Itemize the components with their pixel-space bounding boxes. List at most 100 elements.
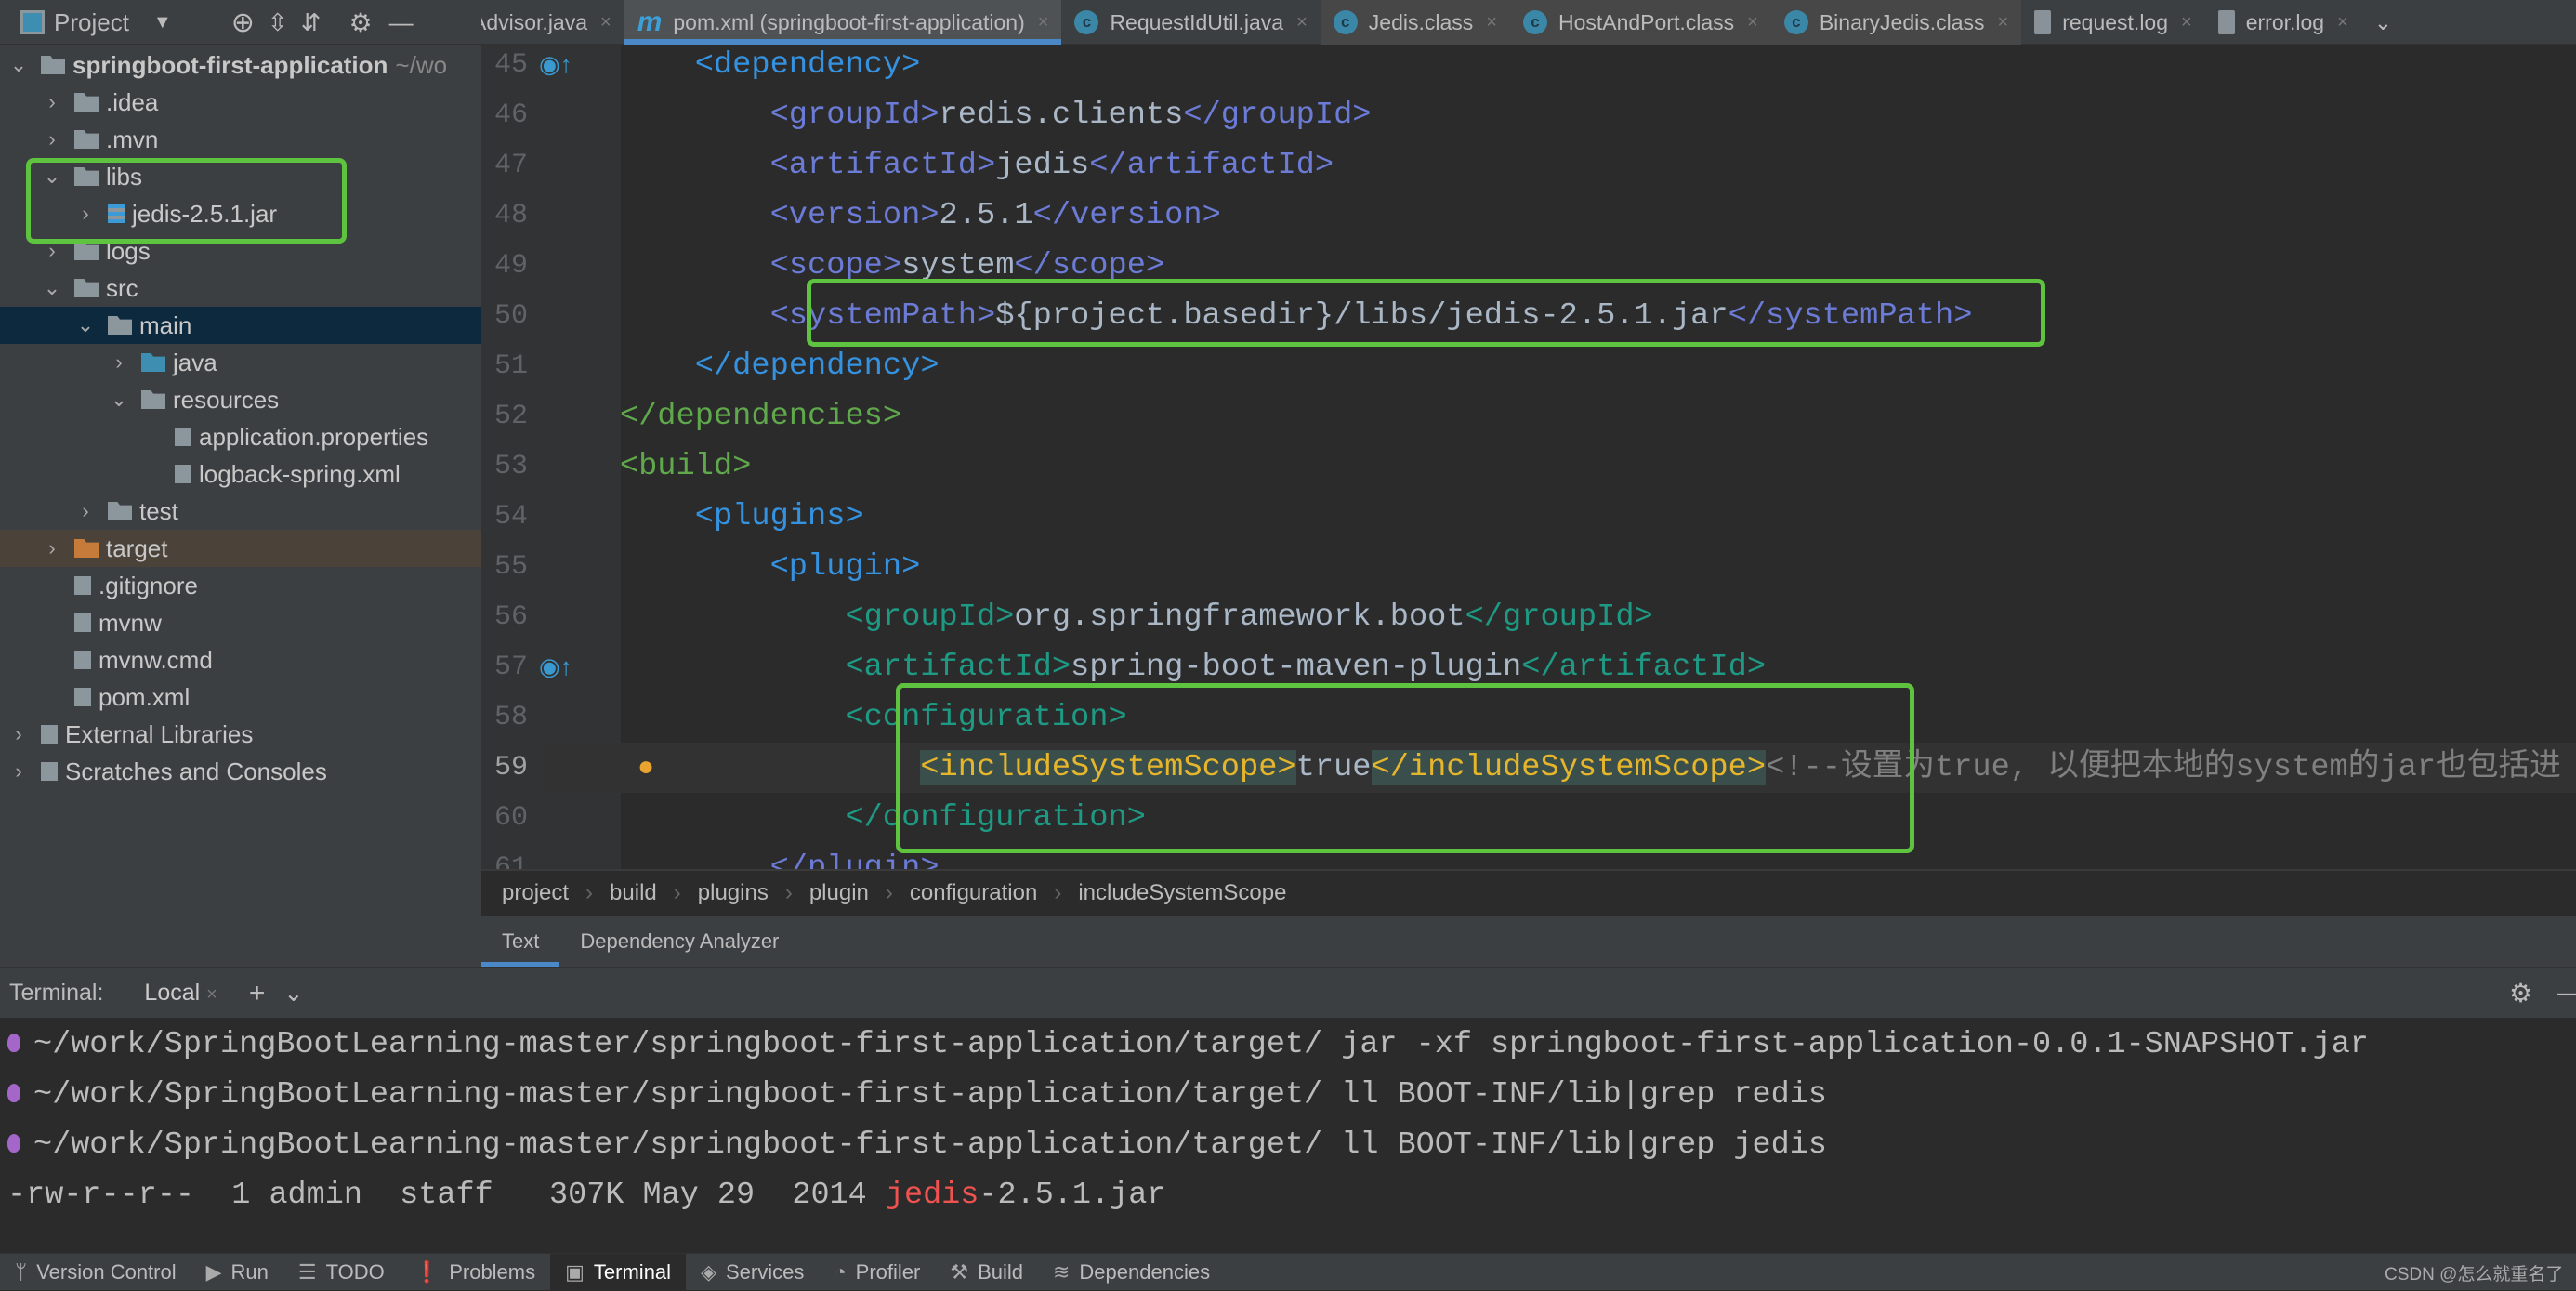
close-icon[interactable]: × — [1296, 12, 1308, 33]
tree-item[interactable]: mvnw — [0, 604, 481, 641]
chevron-right-icon[interactable]: › — [43, 127, 61, 151]
expand-all-icon[interactable]: ⇳ — [268, 8, 288, 37]
tree-item[interactable]: ⌄ springboot-first-application ~/wo — [0, 46, 481, 84]
chevron-right-icon[interactable]: › — [43, 90, 61, 114]
close-icon[interactable]: × — [1486, 12, 1497, 33]
chevron-right-icon[interactable]: › — [43, 536, 61, 560]
close-icon[interactable]: × — [1038, 12, 1049, 33]
xml-tag: </groupId> — [1465, 599, 1653, 635]
tab-list-chevron-icon[interactable]: ⌄ — [2361, 0, 2405, 45]
tool-window-services[interactable]: ◈ Services — [686, 1254, 819, 1291]
hide-icon[interactable]: — — [2557, 980, 2576, 1007]
tool-window-profiler[interactable]: ◔ Profiler — [819, 1254, 935, 1291]
tree-item[interactable]: › .idea — [0, 84, 481, 121]
tab-text[interactable]: Text — [481, 916, 560, 967]
chevron-down-icon[interactable]: ⌄ — [9, 53, 28, 77]
xml-tag: <groupId> — [769, 98, 940, 133]
tree-item[interactable]: logback-spring.xml — [0, 455, 481, 493]
tree-item[interactable]: ⌄ resources — [0, 381, 481, 418]
line-number: 48 — [493, 200, 528, 231]
xml-tag: </groupId> — [1183, 98, 1372, 133]
code-line[interactable]: <groupId>org.springframework.boot</group… — [545, 592, 2576, 642]
code-line[interactable]: </dependencies> — [545, 391, 2576, 441]
dropdown-icon[interactable]: ▼ — [153, 12, 172, 33]
tab-pom-xml[interactable]: m pom.xml (springboot-first-application) × — [624, 0, 1062, 45]
tree-item[interactable]: › test — [0, 493, 481, 530]
code-line[interactable]: <groupId>redis.clients</groupId> — [545, 90, 2576, 140]
code-line[interactable]: <dependency> — [545, 45, 2576, 90]
close-icon[interactable]: × — [1998, 12, 2009, 33]
tree-item[interactable]: .gitignore — [0, 567, 481, 604]
tree-item[interactable]: › .mvn — [0, 121, 481, 158]
tree-item[interactable]: ⌄ src — [0, 270, 481, 307]
terminal-session-tab[interactable]: Local × — [137, 980, 224, 1007]
chevron-right-icon[interactable]: › — [9, 759, 28, 784]
tab-hostandport-class[interactable]: c HostAndPort.class × — [1509, 0, 1771, 45]
tab-error-log[interactable]: error.log × — [2205, 0, 2361, 45]
gear-icon[interactable]: ⚙ — [2509, 978, 2532, 1008]
tab-request-log[interactable]: request.log × — [2021, 0, 2205, 45]
close-icon[interactable]: × — [2181, 12, 2192, 33]
code-line[interactable]: <build> — [545, 441, 2576, 492]
code-line[interactable]: <artifactId>jedis</artifactId> — [545, 140, 2576, 191]
hide-icon[interactable]: — — [389, 8, 414, 37]
chevron-right-icon[interactable]: › — [110, 350, 128, 375]
add-session-icon[interactable]: + — [249, 978, 266, 1009]
intention-bulb-icon[interactable]: ● — [637, 751, 654, 783]
override-marker-icon[interactable]: ◉↑ — [539, 652, 572, 681]
tab-dependency-analyzer[interactable]: Dependency Analyzer — [559, 916, 799, 967]
breadcrumb-item[interactable]: plugins — [698, 880, 769, 906]
project-tool-header[interactable]: Project ▼ ⊕ ⇳ ⇵ ⚙ — — [0, 0, 481, 45]
tool-window-dependencies[interactable]: ≋ Dependencies — [1038, 1254, 1225, 1291]
tree-item[interactable]: › External Libraries — [0, 716, 481, 753]
tree-item[interactable]: › java — [0, 344, 481, 381]
terminal-output[interactable]: ~/work/SpringBootLearning-master/springb… — [0, 1018, 2576, 1253]
tree-item[interactable]: ⌄ main — [0, 307, 481, 344]
line-number: 52 — [493, 401, 528, 432]
breadcrumb-item[interactable]: build — [610, 880, 657, 906]
tab-jedis-class[interactable]: c Jedis.class × — [1320, 0, 1510, 45]
code-line[interactable]: <plugin> — [545, 542, 2576, 592]
tool-window-todo[interactable]: ☰ TODO — [283, 1254, 400, 1291]
tool-window-run[interactable]: ▶ Run — [191, 1254, 283, 1291]
tool-window-version-control[interactable]: ᛘ Version Control — [0, 1254, 191, 1291]
tree-item[interactable]: pom.xml — [0, 678, 481, 716]
tool-window-problems[interactable]: ❗ Problems — [400, 1254, 550, 1291]
tool-window-label: Version Control — [36, 1259, 177, 1284]
close-icon[interactable]: × — [600, 12, 611, 33]
profiler-icon: ◔ — [834, 1259, 847, 1284]
chevron-down-icon[interactable]: ⌄ — [283, 980, 303, 1008]
breadcrumb-item[interactable]: configuration — [910, 880, 1037, 906]
locate-icon[interactable]: ⊕ — [231, 7, 255, 39]
tool-window-build[interactable]: ⚒ Build — [935, 1254, 1038, 1291]
override-marker-icon[interactable]: ◉↑ — [539, 50, 572, 79]
close-icon[interactable]: × — [2337, 12, 2348, 33]
close-icon[interactable]: × — [1747, 12, 1758, 33]
line-number: 61 — [493, 852, 528, 869]
tree-item[interactable]: application.properties — [0, 418, 481, 455]
breadcrumb-item[interactable]: includeSystemScope — [1078, 880, 1286, 906]
tree-item[interactable]: › Scratches and Consoles — [0, 753, 481, 790]
breadcrumb-item[interactable]: project — [502, 880, 569, 906]
code-line[interactable]: <version>2.5.1</version> — [545, 191, 2576, 241]
gear-icon[interactable]: ⚙ — [348, 7, 372, 38]
code-line[interactable]: </dependency> — [545, 341, 2576, 391]
chevron-down-icon[interactable]: ⌄ — [43, 276, 61, 300]
tree-item[interactable]: mvnw.cmd — [0, 641, 481, 678]
tab-advisor-java[interactable]: Advisor.java × — [481, 0, 624, 45]
collapse-all-icon[interactable]: ⇵ — [301, 8, 322, 37]
tool-window-terminal[interactable]: ▣ Terminal — [550, 1253, 687, 1291]
close-icon[interactable]: × — [206, 984, 217, 1005]
tree-item[interactable]: › target — [0, 530, 481, 567]
code-line[interactable]: <plugins> — [545, 492, 2576, 542]
tool-window-label: Build — [978, 1259, 1023, 1284]
tab-requestidutil-java[interactable]: c RequestIdUtil.java × — [1061, 0, 1320, 45]
chevron-down-icon[interactable]: ⌄ — [76, 313, 95, 337]
breadcrumb-item[interactable]: plugin — [809, 880, 869, 906]
chevron-right-icon[interactable]: › — [76, 499, 95, 523]
chevron-right-icon[interactable]: › — [9, 722, 28, 746]
chevron-down-icon[interactable]: ⌄ — [110, 388, 128, 412]
tab-binaryjedis-class[interactable]: c BinaryJedis.class × — [1770, 0, 2022, 45]
